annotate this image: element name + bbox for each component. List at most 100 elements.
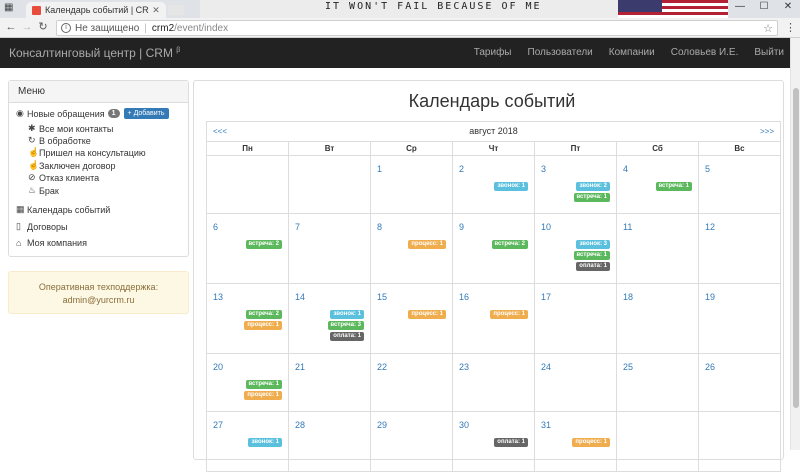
event-badge[interactable]: звонок: 2	[576, 182, 610, 191]
minimize-icon[interactable]: —	[728, 1, 752, 12]
calendar-day-cell[interactable]: 19	[699, 284, 781, 354]
close-window-icon[interactable]: ✕	[776, 1, 800, 12]
day-number[interactable]: 12	[705, 222, 715, 232]
reload-icon[interactable]: ↻	[36, 20, 50, 34]
calendar-day-cell[interactable]: 30 оплата: 1	[453, 412, 535, 472]
day-number[interactable]: 5	[705, 164, 710, 174]
calendar-day-cell[interactable]: 8 процесс: 1	[371, 214, 453, 284]
scrollbar-thumb[interactable]	[793, 88, 799, 408]
sidebar-item-contracts[interactable]: ▯ Договоры	[16, 221, 67, 232]
browser-tab[interactable]: Календарь событий | CR ✕	[26, 2, 166, 18]
calendar-day-cell[interactable]: 15 процесс: 1	[371, 284, 453, 354]
day-number[interactable]: 16	[459, 292, 469, 302]
day-number[interactable]: 3	[541, 164, 546, 174]
day-number[interactable]: 8	[377, 222, 382, 232]
close-tab-icon[interactable]: ✕	[150, 5, 162, 16]
calendar-day-cell[interactable]: 3 звонок: 2 встреча: 1	[535, 156, 617, 214]
day-number[interactable]: 1	[377, 164, 382, 174]
event-badge[interactable]: процесс: 1	[572, 438, 610, 447]
event-badge[interactable]: процесс: 1	[408, 310, 446, 319]
day-number[interactable]: 9	[459, 222, 464, 232]
day-number[interactable]: 13	[213, 292, 223, 302]
calendar-day-cell[interactable]: 16 процесс: 1	[453, 284, 535, 354]
event-badge[interactable]: оплата: 1	[494, 438, 528, 447]
calendar-day-cell[interactable]: 22	[371, 354, 453, 412]
nav-link-logout[interactable]: Выйти	[754, 47, 784, 58]
bookmark-star-icon[interactable]: ☆	[763, 22, 773, 35]
add-request-button[interactable]: + Добавить	[123, 108, 169, 119]
calendar-day-cell[interactable]: 28	[289, 412, 371, 472]
sidebar-item-all-contacts[interactable]: ✱ Все мои контакты	[28, 123, 113, 134]
calendar-day-cell[interactable]: 9 встреча: 2	[453, 214, 535, 284]
day-number[interactable]: 29	[377, 420, 387, 430]
day-number[interactable]: 27	[213, 420, 223, 430]
sidebar-item-my-company[interactable]: ⌂ Моя компания	[16, 238, 87, 248]
day-number[interactable]: 26	[705, 362, 715, 372]
day-number[interactable]: 22	[377, 362, 387, 372]
calendar-day-cell[interactable]: 25	[617, 354, 699, 412]
day-number[interactable]: 21	[295, 362, 305, 372]
day-number[interactable]: 31	[541, 420, 551, 430]
day-number[interactable]: 20	[213, 362, 223, 372]
day-number[interactable]: 30	[459, 420, 469, 430]
event-badge[interactable]: встреча: 2	[245, 240, 282, 249]
support-email[interactable]: admin@yurcrm.ru	[9, 294, 188, 307]
info-icon[interactable]: i	[61, 23, 71, 33]
day-number[interactable]: 10	[541, 222, 551, 232]
event-badge[interactable]: оплата: 1	[330, 332, 364, 341]
calendar-day-cell[interactable]: 21	[289, 354, 371, 412]
calendar-day-cell[interactable]: 31 процесс: 1	[535, 412, 617, 472]
calendar-day-cell[interactable]: 10 звонок: 3 встреча: 1 оплата: 1	[535, 214, 617, 284]
next-month-link[interactable]: >>>	[760, 127, 774, 136]
event-badge[interactable]: встреча: 1	[573, 193, 610, 202]
event-badge[interactable]: процесс: 1	[244, 321, 282, 330]
sidebar-item-refusal[interactable]: ⊘ Отказ клиента	[28, 172, 99, 183]
nav-link-tariffs[interactable]: Тарифы	[474, 47, 512, 58]
day-number[interactable]: 19	[705, 292, 715, 302]
event-badge[interactable]: звонок: 3	[576, 240, 610, 249]
maximize-icon[interactable]: ☐	[752, 1, 776, 12]
back-icon[interactable]: ←	[4, 20, 18, 34]
day-number[interactable]: 17	[541, 292, 551, 302]
sidebar-item-contract[interactable]: ☝ Заключен договор	[28, 160, 116, 171]
day-number[interactable]: 15	[377, 292, 387, 302]
calendar-day-cell[interactable]: 7	[289, 214, 371, 284]
calendar-day-cell[interactable]: 14 звонок: 1 встреча: 3 оплата: 1	[289, 284, 371, 354]
day-number[interactable]: 4	[623, 164, 628, 174]
forward-icon[interactable]: →	[20, 20, 34, 34]
event-badge[interactable]: встреча: 2	[491, 240, 528, 249]
event-badge[interactable]: встреча: 3	[327, 321, 364, 330]
calendar-day-cell[interactable]: 17	[535, 284, 617, 354]
event-badge[interactable]: оплата: 1	[576, 262, 610, 271]
browser-menu-icon[interactable]: ▦	[4, 2, 13, 13]
day-number[interactable]: 28	[295, 420, 305, 430]
calendar-day-cell[interactable]: 18	[617, 284, 699, 354]
sidebar-item-defect[interactable]: ♨ Брак	[28, 185, 59, 196]
day-number[interactable]: 6	[213, 222, 218, 232]
prev-month-link[interactable]: <<<	[213, 127, 227, 136]
day-number[interactable]: 11	[623, 222, 632, 232]
calendar-day-cell[interactable]: 26	[699, 354, 781, 412]
calendar-day-cell[interactable]: 11	[617, 214, 699, 284]
day-number[interactable]: 7	[295, 222, 300, 232]
calendar-day-cell[interactable]: 1	[371, 156, 453, 214]
day-number[interactable]: 2	[459, 164, 464, 174]
day-number[interactable]: 25	[623, 362, 633, 372]
calendar-day-cell[interactable]: 24	[535, 354, 617, 412]
brand[interactable]: Консалтинговый центр | CRM β	[9, 46, 180, 60]
calendar-day-cell[interactable]: 27 звонок: 1	[207, 412, 289, 472]
nav-link-companies[interactable]: Компании	[609, 47, 655, 58]
calendar-day-cell[interactable]: 13 встреча: 2 процесс: 1	[207, 284, 289, 354]
nav-link-profile[interactable]: Соловьев И.Е.	[671, 47, 739, 58]
calendar-day-cell[interactable]: 5	[699, 156, 781, 214]
nav-link-users[interactable]: Пользователи	[528, 47, 593, 58]
day-number[interactable]: 23	[459, 362, 469, 372]
calendar-day-cell[interactable]: 23	[453, 354, 535, 412]
address-bar[interactable]: i Не защищено | crm2 /event/index ☆	[56, 20, 778, 36]
event-badge[interactable]: звонок: 1	[248, 438, 282, 447]
calendar-day-cell[interactable]: 6 встреча: 2	[207, 214, 289, 284]
calendar-day-cell[interactable]: 4 встреча: 1	[617, 156, 699, 214]
calendar-day-cell[interactable]: 2 звонок: 1	[453, 156, 535, 214]
day-number[interactable]: 18	[623, 292, 633, 302]
event-badge[interactable]: звонок: 1	[330, 310, 364, 319]
